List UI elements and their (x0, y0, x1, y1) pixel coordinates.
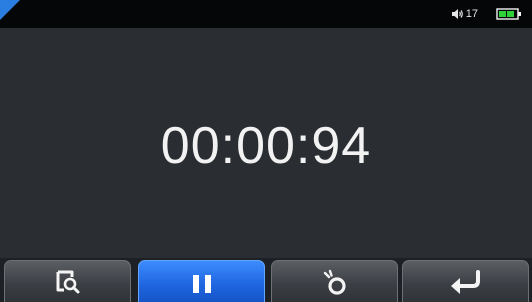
timer-display-area: 00:00:94 (0, 28, 532, 258)
volume-level: 17 (465, 8, 478, 20)
reset-icon (323, 269, 346, 295)
battery-icon (496, 8, 521, 20)
stopwatch-time: 00:00:94 (160, 117, 372, 175)
stopwatch-screen: 17 00:00:94 (0, 0, 532, 302)
status-bar: 17 (0, 0, 532, 28)
magnify-tag-icon (56, 270, 79, 294)
pause-icon (192, 275, 211, 293)
back-button[interactable] (402, 260, 529, 302)
reset-button[interactable] (271, 260, 398, 302)
lap-search-button[interactable] (4, 260, 131, 302)
speaker-volume-icon (451, 9, 463, 19)
bottom-toolbar (0, 258, 532, 302)
pause-button[interactable] (138, 260, 265, 302)
volume-indicator[interactable]: 17 (451, 8, 478, 20)
corner-marker (0, 0, 20, 20)
back-arrow-icon (450, 270, 480, 294)
status-indicators: 17 (451, 0, 522, 28)
